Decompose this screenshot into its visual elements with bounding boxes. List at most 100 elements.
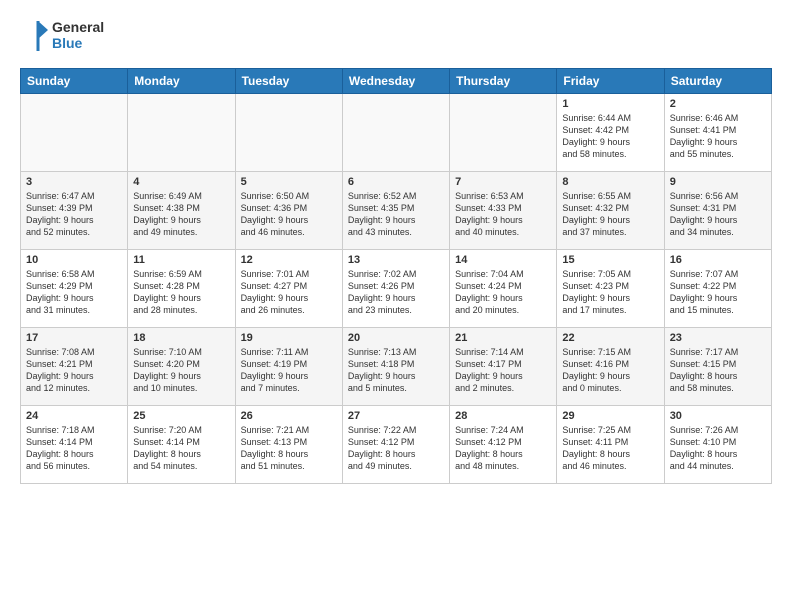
day-info: Sunrise: 6:52 AM Sunset: 4:35 PM Dayligh… [348,190,444,239]
calendar-cell [235,94,342,172]
day-number: 7 [455,176,551,188]
day-info: Sunrise: 7:17 AM Sunset: 4:15 PM Dayligh… [670,346,766,395]
day-info: Sunrise: 6:44 AM Sunset: 4:42 PM Dayligh… [562,112,658,161]
calendar-cell: 23 Sunrise: 7:17 AM Sunset: 4:15 PM Dayli… [664,328,771,406]
day-info: Sunrise: 7:02 AM Sunset: 4:26 PM Dayligh… [348,268,444,317]
calendar-cell: 28 Sunrise: 7:24 AM Sunset: 4:12 PM Dayli… [450,406,557,484]
week-row-4: 24 Sunrise: 7:18 AM Sunset: 4:14 PM Dayli… [21,406,772,484]
day-number: 25 [133,410,229,422]
week-row-1: 3 Sunrise: 6:47 AM Sunset: 4:39 PM Daylig… [21,172,772,250]
day-info: Sunrise: 6:49 AM Sunset: 4:38 PM Dayligh… [133,190,229,239]
calendar-cell: 5 Sunrise: 6:50 AM Sunset: 4:36 PM Daylig… [235,172,342,250]
day-number: 5 [241,176,337,188]
day-info: Sunrise: 6:55 AM Sunset: 4:32 PM Dayligh… [562,190,658,239]
week-row-0: 1 Sunrise: 6:44 AM Sunset: 4:42 PM Daylig… [21,94,772,172]
day-info: Sunrise: 7:21 AM Sunset: 4:13 PM Dayligh… [241,424,337,473]
day-info: Sunrise: 7:14 AM Sunset: 4:17 PM Dayligh… [455,346,551,395]
weekday-header-friday: Friday [557,69,664,94]
logo-svg: GeneralBlue [20,16,110,58]
svg-text:General: General [52,19,104,35]
day-number: 2 [670,98,766,110]
calendar-cell: 27 Sunrise: 7:22 AM Sunset: 4:12 PM Dayli… [342,406,449,484]
day-number: 11 [133,254,229,266]
day-info: Sunrise: 7:07 AM Sunset: 4:22 PM Dayligh… [670,268,766,317]
weekday-header-saturday: Saturday [664,69,771,94]
calendar-cell: 6 Sunrise: 6:52 AM Sunset: 4:35 PM Daylig… [342,172,449,250]
day-number: 21 [455,332,551,344]
day-number: 4 [133,176,229,188]
day-number: 15 [562,254,658,266]
calendar-cell: 9 Sunrise: 6:56 AM Sunset: 4:31 PM Daylig… [664,172,771,250]
day-info: Sunrise: 6:46 AM Sunset: 4:41 PM Dayligh… [670,112,766,161]
day-number: 3 [26,176,122,188]
calendar-cell [21,94,128,172]
calendar-cell: 21 Sunrise: 7:14 AM Sunset: 4:17 PM Dayli… [450,328,557,406]
day-info: Sunrise: 7:20 AM Sunset: 4:14 PM Dayligh… [133,424,229,473]
calendar-cell: 17 Sunrise: 7:08 AM Sunset: 4:21 PM Dayli… [21,328,128,406]
page: GeneralBlue SundayMondayTuesdayWednesday… [0,0,792,494]
calendar-cell: 12Sunrise: 7:01 AM Sunset: 4:27 PM Dayli… [235,250,342,328]
calendar-cell [128,94,235,172]
day-info: Sunrise: 7:11 AM Sunset: 4:19 PM Dayligh… [241,346,337,395]
logo: GeneralBlue [20,16,110,58]
weekday-header-row: SundayMondayTuesdayWednesdayThursdayFrid… [21,69,772,94]
week-row-2: 10 Sunrise: 6:58 AM Sunset: 4:29 PM Dayli… [21,250,772,328]
calendar-cell: 25 Sunrise: 7:20 AM Sunset: 4:14 PM Dayli… [128,406,235,484]
calendar-cell: 7Sunrise: 6:53 AM Sunset: 4:33 PM Daylig… [450,172,557,250]
calendar-cell [342,94,449,172]
weekday-header-thursday: Thursday [450,69,557,94]
day-number: 8 [562,176,658,188]
day-number: 6 [348,176,444,188]
svg-text:Blue: Blue [52,35,83,51]
day-info: Sunrise: 6:47 AM Sunset: 4:39 PM Dayligh… [26,190,122,239]
day-info: Sunrise: 7:13 AM Sunset: 4:18 PM Dayligh… [348,346,444,395]
calendar-cell: 1 Sunrise: 6:44 AM Sunset: 4:42 PM Daylig… [557,94,664,172]
day-number: 24 [26,410,122,422]
header: GeneralBlue [20,16,772,58]
day-number: 14 [455,254,551,266]
calendar-cell: 2 Sunrise: 6:46 AM Sunset: 4:41 PM Daylig… [664,94,771,172]
week-row-3: 17 Sunrise: 7:08 AM Sunset: 4:21 PM Dayli… [21,328,772,406]
calendar-cell: 14Sunrise: 7:04 AM Sunset: 4:24 PM Dayli… [450,250,557,328]
day-info: Sunrise: 7:18 AM Sunset: 4:14 PM Dayligh… [26,424,122,473]
calendar-cell [450,94,557,172]
calendar-cell: 16Sunrise: 7:07 AM Sunset: 4:22 PM Dayli… [664,250,771,328]
day-number: 20 [348,332,444,344]
day-number: 9 [670,176,766,188]
calendar-cell: 22Sunrise: 7:15 AM Sunset: 4:16 PM Dayli… [557,328,664,406]
day-info: Sunrise: 7:08 AM Sunset: 4:21 PM Dayligh… [26,346,122,395]
day-number: 23 [670,332,766,344]
day-info: Sunrise: 7:05 AM Sunset: 4:23 PM Dayligh… [562,268,658,317]
weekday-header-monday: Monday [128,69,235,94]
day-info: Sunrise: 6:58 AM Sunset: 4:29 PM Dayligh… [26,268,122,317]
day-info: Sunrise: 6:56 AM Sunset: 4:31 PM Dayligh… [670,190,766,239]
weekday-header-wednesday: Wednesday [342,69,449,94]
day-number: 10 [26,254,122,266]
calendar-cell: 8 Sunrise: 6:55 AM Sunset: 4:32 PM Daylig… [557,172,664,250]
day-number: 13 [348,254,444,266]
calendar-cell: 13 Sunrise: 7:02 AM Sunset: 4:26 PM Dayli… [342,250,449,328]
calendar-cell: 3 Sunrise: 6:47 AM Sunset: 4:39 PM Daylig… [21,172,128,250]
weekday-header-tuesday: Tuesday [235,69,342,94]
day-info: Sunrise: 7:10 AM Sunset: 4:20 PM Dayligh… [133,346,229,395]
calendar-cell: 30Sunrise: 7:26 AM Sunset: 4:10 PM Dayli… [664,406,771,484]
day-number: 28 [455,410,551,422]
day-info: Sunrise: 6:50 AM Sunset: 4:36 PM Dayligh… [241,190,337,239]
day-number: 30 [670,410,766,422]
day-info: Sunrise: 7:22 AM Sunset: 4:12 PM Dayligh… [348,424,444,473]
day-info: Sunrise: 7:24 AM Sunset: 4:12 PM Dayligh… [455,424,551,473]
calendar-cell: 4 Sunrise: 6:49 AM Sunset: 4:38 PM Daylig… [128,172,235,250]
day-number: 18 [133,332,229,344]
calendar-cell: 26Sunrise: 7:21 AM Sunset: 4:13 PM Dayli… [235,406,342,484]
calendar-cell: 29Sunrise: 7:25 AM Sunset: 4:11 PM Dayli… [557,406,664,484]
day-number: 17 [26,332,122,344]
day-number: 1 [562,98,658,110]
day-number: 27 [348,410,444,422]
day-number: 22 [562,332,658,344]
calendar-cell: 10 Sunrise: 6:58 AM Sunset: 4:29 PM Dayli… [21,250,128,328]
calendar-cell: 24 Sunrise: 7:18 AM Sunset: 4:14 PM Dayli… [21,406,128,484]
day-number: 29 [562,410,658,422]
calendar-cell: 11Sunrise: 6:59 AM Sunset: 4:28 PM Dayli… [128,250,235,328]
weekday-header-sunday: Sunday [21,69,128,94]
day-number: 19 [241,332,337,344]
